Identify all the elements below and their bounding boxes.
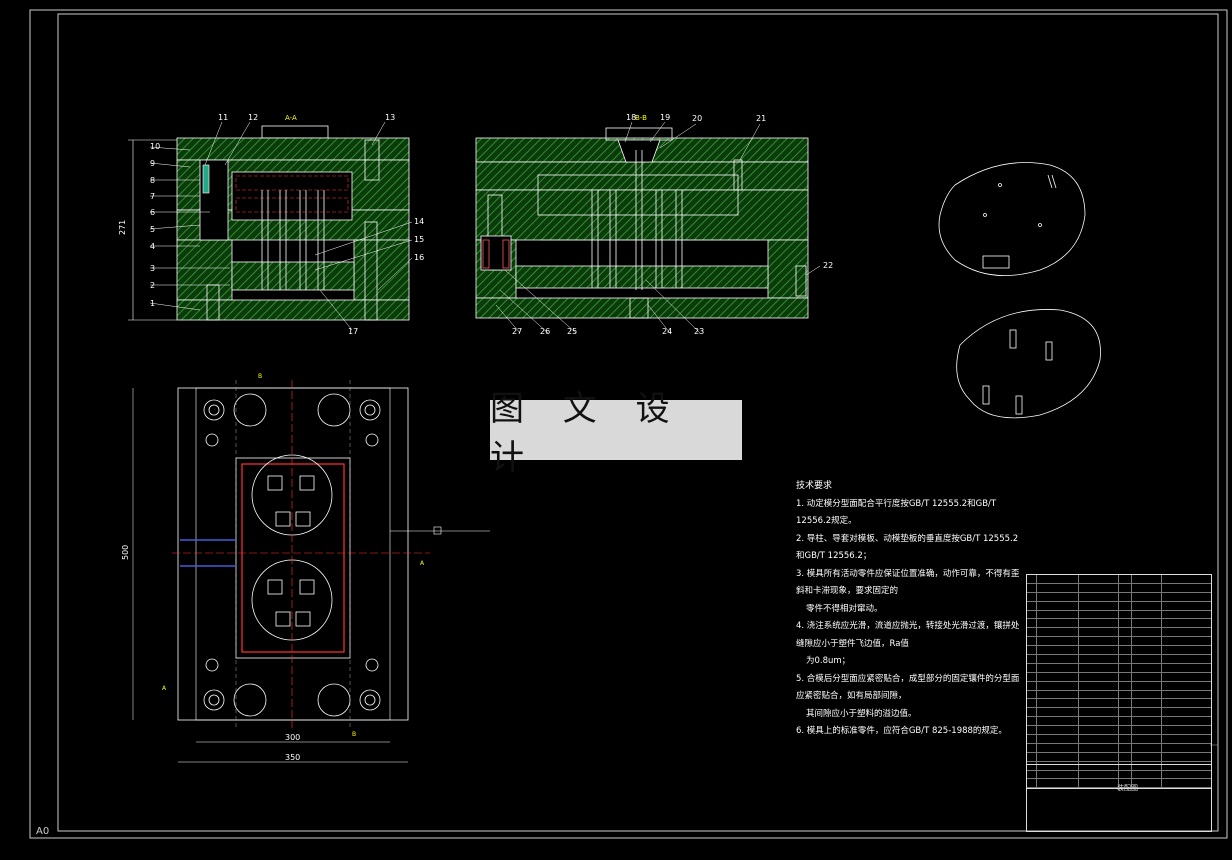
section-aa-height-dimension: 271: [118, 220, 127, 235]
section-mark-top: B: [258, 373, 262, 380]
bom-row: [1027, 575, 1211, 584]
leader-22: 22: [823, 261, 833, 270]
leader-3: 3: [150, 264, 155, 273]
bom-row: [1027, 743, 1211, 753]
technical-note-1: 1. 动定模分型面配合平行度按GB/T 12555.2和GB/T 12556.2…: [796, 498, 997, 527]
bom-row: [1027, 655, 1211, 664]
plan-view: 500 300 350 B A A B: [121, 373, 490, 763]
leader-4: 4: [150, 242, 155, 251]
bom-row: [1027, 592, 1211, 602]
section-mark-left: A: [162, 685, 167, 692]
leader-1: 1: [150, 299, 155, 308]
bom-row: [1027, 583, 1211, 593]
leader-6: 6: [150, 208, 155, 217]
leader-9: 9: [150, 159, 155, 168]
leader-24: 24: [662, 327, 672, 336]
leader-19: 19: [660, 113, 670, 122]
part-sketches: [938, 162, 1101, 419]
leader-27: 27: [512, 327, 522, 336]
leader-20: 20: [692, 114, 702, 123]
section-aa-label: A-A: [285, 114, 297, 122]
leader-16: 16: [414, 253, 424, 262]
leader-5: 5: [150, 225, 155, 234]
support-plate: [176, 239, 233, 301]
technical-notes: 技术要求 1. 动定模分型面配合平行度按GB/T 12555.2和GB/T 12…: [796, 478, 1026, 741]
bom-row: [1027, 717, 1211, 727]
leader-25: 25: [567, 327, 577, 336]
bom-row: [1027, 672, 1211, 682]
section-aa-view: A-A 271 10 9 8 7 6 5 4 3 2 1 11 12 13 14…: [118, 113, 424, 336]
bom-row: [1027, 637, 1211, 647]
plan-outer-width-dimension: 350: [285, 753, 300, 762]
technical-note-3: 3. 模具所有活动零件应保证位置准确，动作可靠，不得有歪斜和卡滞现象，要求固定的: [796, 568, 1020, 597]
leader-23: 23: [694, 327, 704, 336]
section-bb-view: B-B 18 19 20 21 22 27 26 25 24 23: [475, 113, 833, 336]
leader-7: 7: [150, 192, 155, 201]
leader-18: 18: [626, 113, 636, 122]
technical-note-6: 6. 模具上的标准零件，应符合GB/T 825-1988的规定。: [796, 726, 1007, 736]
plan-inner-width-dimension: 300: [285, 733, 300, 742]
leader-11: 11: [218, 113, 228, 122]
bom-row: [1027, 663, 1211, 673]
leader-26: 26: [540, 327, 550, 336]
bom-row: [1027, 646, 1211, 656]
bom-row: [1027, 690, 1211, 700]
bom-row: [1027, 619, 1211, 629]
support-plate-right: [353, 239, 410, 301]
section-mark-right: A: [420, 560, 425, 567]
technical-note-4-cont: 为0.8um；: [806, 656, 851, 666]
leader-21: 21: [756, 114, 766, 123]
section-mark-bottom: B: [352, 731, 356, 738]
bom-row: [1027, 699, 1211, 709]
technical-note-2: 2. 导柱、导套对模板、动模垫板的垂直度按GB/T 12555.2和GB/T 1…: [796, 533, 1019, 562]
bom-row: [1027, 708, 1211, 718]
leader-10: 10: [150, 142, 160, 151]
title-block: 装配图: [1026, 764, 1212, 832]
bill-of-materials: [1026, 574, 1212, 790]
technical-notes-title: 技术要求: [796, 481, 833, 491]
drawing-name: 装配图: [1117, 784, 1138, 792]
leader-12: 12: [248, 113, 258, 122]
bom-row: [1027, 628, 1211, 638]
section-bb-label: B-B: [635, 114, 647, 122]
leader-8: 8: [150, 176, 155, 185]
leader-14: 14: [414, 217, 424, 226]
ejector-plates: [231, 261, 355, 291]
leader-13: 13: [385, 113, 395, 122]
technical-note-5: 5. 合模后分型面应紧密贴合，成型部分的固定镶件的分型面应紧密贴合，如有局部间隙…: [796, 673, 1020, 702]
leader-15: 15: [414, 235, 424, 244]
bom-row: [1027, 610, 1211, 620]
bom-row: [1027, 726, 1211, 736]
clamp-plate-bottom: [176, 299, 410, 321]
leader-2: 2: [150, 281, 155, 290]
leader-17: 17: [348, 327, 358, 336]
technical-note-5-cont: 其间隙应小于塑料的溢边值。: [806, 708, 917, 719]
plan-height-dimension: 500: [121, 545, 130, 560]
bom-row: [1027, 601, 1211, 611]
bom-row: [1027, 735, 1211, 744]
watermark-banner: 图 文 设 计: [490, 389, 742, 478]
technical-note-3-cont: 零件不得相对窜动。: [806, 603, 883, 614]
sheet-size-label: A0: [36, 826, 50, 837]
bom-row: [1027, 681, 1211, 691]
bom-row: [1027, 752, 1211, 762]
technical-note-4: 4. 浇注系统应光滑，流道应抛光，转接处光滑过渡，镶拼处缝隙应小于塑件飞边值，R…: [796, 621, 1020, 649]
